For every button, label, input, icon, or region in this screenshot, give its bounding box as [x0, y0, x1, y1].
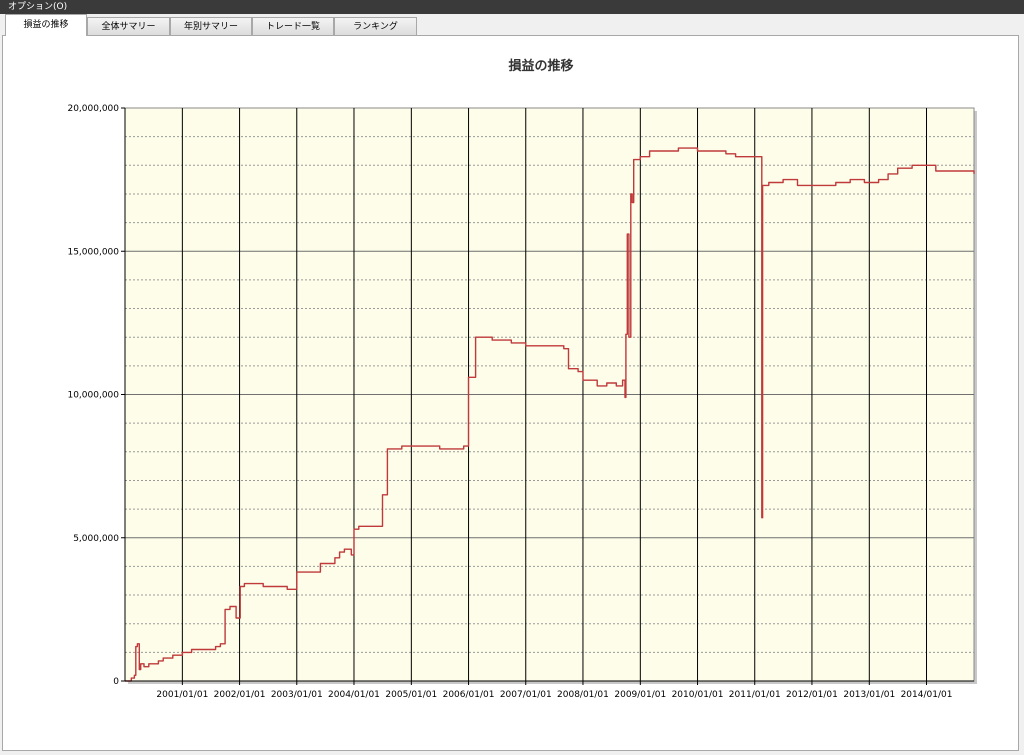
x-tick-label: 2014/01/01	[901, 690, 953, 700]
menu-bar: オプション(O)	[0, 0, 1024, 14]
x-tick-label: 2001/01/01	[156, 690, 208, 700]
tab-strip: 損益の推移 全体サマリー 年別サマリー トレード一覧 ランキング	[0, 14, 1024, 36]
x-tick-label: 2005/01/01	[385, 690, 437, 700]
x-tick-label: 2009/01/01	[614, 690, 666, 700]
profit-chart: 損益の推移 2001/01/01 2002/01/01 2003/01/01 2004/…	[67, 58, 977, 700]
y-tick-label: 20,000,000	[67, 104, 119, 114]
chart-title: 損益の推移	[508, 58, 573, 74]
y-tick-label: 0	[113, 677, 119, 687]
tab-overall-summary[interactable]: 全体サマリー	[87, 17, 170, 35]
x-tick-label: 2002/01/01	[214, 690, 266, 700]
chart-panel: 損益の推移 2001/01/01 2002/01/01 2003/01/01 2004/…	[2, 35, 1019, 751]
x-tick-label: 2006/01/01	[443, 690, 495, 700]
menu-options[interactable]: オプション(O)	[8, 0, 67, 14]
y-tick-label: 15,000,000	[67, 247, 119, 257]
x-tick-label: 2008/01/01	[557, 690, 609, 700]
y-tick-label: 5,000,000	[73, 534, 119, 544]
tab-profit-transition[interactable]: 損益の推移	[5, 14, 87, 36]
x-tick-label: 2007/01/01	[500, 690, 552, 700]
tab-trade-list[interactable]: トレード一覧	[252, 17, 334, 35]
y-tick-label: 10,000,000	[67, 391, 119, 401]
x-tick-label: 2012/01/01	[786, 690, 838, 700]
x-tick-label: 2010/01/01	[672, 690, 724, 700]
x-tick-label: 2011/01/01	[729, 690, 781, 700]
tab-ranking[interactable]: ランキング	[334, 17, 417, 35]
x-tick-label: 2004/01/01	[328, 690, 380, 700]
x-tick-label: 2013/01/01	[843, 690, 895, 700]
tab-yearly-summary[interactable]: 年別サマリー	[170, 17, 252, 35]
x-tick-label: 2003/01/01	[271, 690, 323, 700]
